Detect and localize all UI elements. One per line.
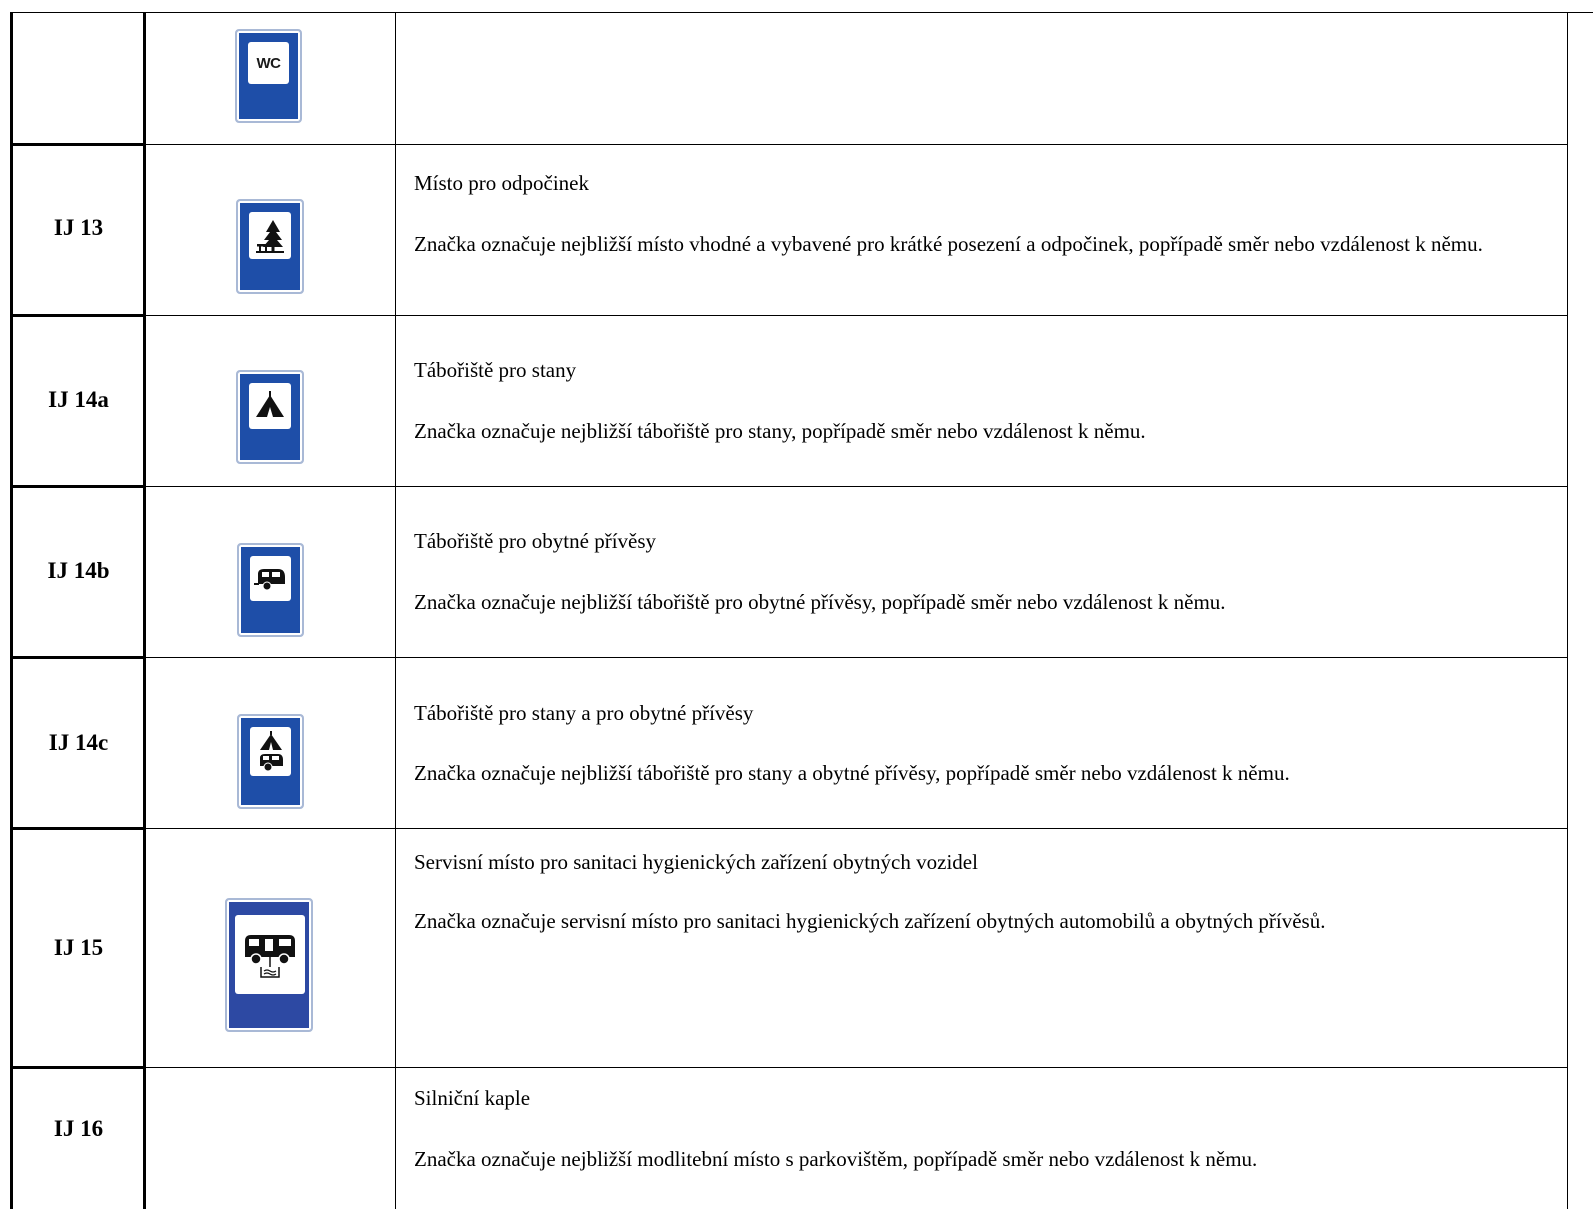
sign-title: Tábořiště pro stany a pro obytné přívěsy <box>414 701 754 725</box>
row-divider <box>143 315 1568 316</box>
row-divider <box>143 1067 1568 1068</box>
column-divider-sign <box>395 12 396 1209</box>
sign-description: Značka označuje nejbližší tábořiště pro … <box>414 761 1290 785</box>
sign-title: Místo pro odpočinek <box>414 171 589 195</box>
row-divider-left <box>10 656 146 659</box>
wc-sign: WC <box>235 29 302 123</box>
row-divider <box>143 828 1568 829</box>
row-divider-left <box>10 827 146 830</box>
rest-area-icon <box>256 219 284 253</box>
table-border-right <box>1567 12 1568 1209</box>
sign-description: Značka označuje servisní místo pro sanit… <box>414 909 1326 933</box>
row-divider-left <box>10 314 146 317</box>
sign-title: Silniční kaple <box>414 1086 531 1110</box>
camper-sanitation-icon <box>245 934 295 978</box>
tent-sign <box>236 370 304 464</box>
tent-and-caravan-icon <box>259 730 283 771</box>
column-divider-code <box>143 12 146 1209</box>
camper-sanitation-sign <box>225 898 313 1032</box>
wc-icon: WC <box>256 54 282 72</box>
rest-area-sign <box>236 199 304 294</box>
sign-code: IJ 14c <box>48 730 109 755</box>
caravan-sign <box>237 543 304 637</box>
sign-title: Tábořiště pro stany <box>414 358 577 382</box>
row-divider-left <box>10 143 146 146</box>
table-border-top <box>12 12 1593 13</box>
sign-code: IJ 14a <box>48 387 109 412</box>
tent-icon <box>256 391 284 417</box>
sign-code: IJ 14b <box>47 558 110 583</box>
row-divider-left <box>10 1066 146 1069</box>
sign-code: IJ 13 <box>53 215 104 240</box>
table-border-left <box>10 12 13 1209</box>
sign-description: Značka označuje nejbližší tábořiště pro … <box>414 419 1146 443</box>
sign-title: Servisní místo pro sanitaci hygienických… <box>414 850 978 874</box>
caravan-icon <box>253 568 285 590</box>
tent-and-caravan-sign <box>237 714 304 809</box>
sign-description: Značka označuje nejbližší místo vhodné a… <box>414 232 1483 256</box>
sign-title: Tábořiště pro obytné přívěsy <box>414 529 657 553</box>
row-divider <box>143 486 1568 487</box>
sign-description: Značka označuje nejbližší modlitební mís… <box>414 1147 1258 1171</box>
row-divider-left <box>10 485 146 488</box>
row-divider <box>143 657 1568 658</box>
sign-code: IJ 15 <box>53 935 104 960</box>
row-divider <box>143 144 1568 145</box>
sign-description: Značka označuje nejbližší tábořiště pro … <box>414 590 1226 614</box>
sign-code: IJ 16 <box>53 1116 104 1141</box>
